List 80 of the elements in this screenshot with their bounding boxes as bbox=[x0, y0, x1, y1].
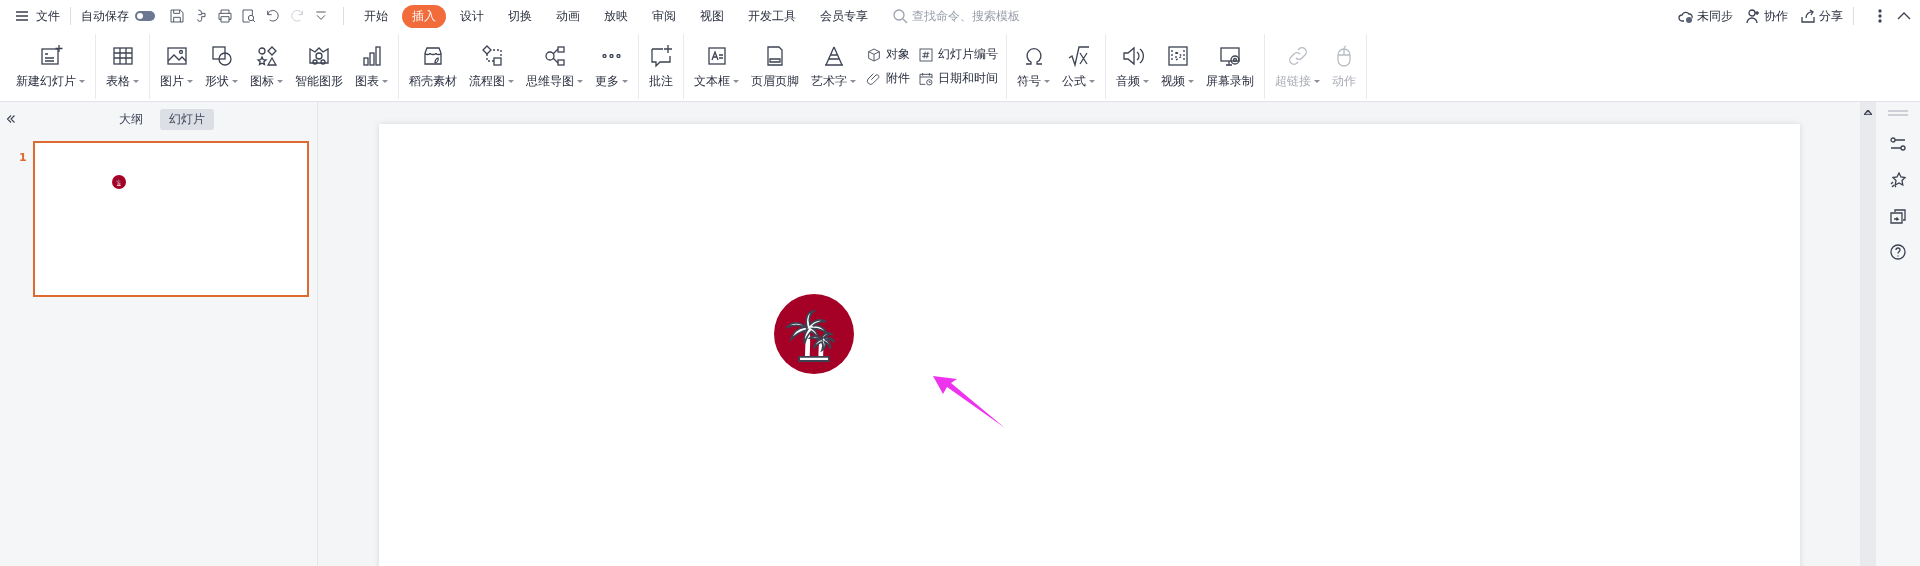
ribbon-button[interactable]: 批注 bbox=[643, 34, 679, 99]
ribbon-button[interactable]: 流程图 bbox=[463, 34, 520, 99]
store-icon bbox=[421, 44, 445, 68]
file-menu[interactable]: 文件 bbox=[14, 7, 60, 25]
ribbon-tab[interactable]: 放映 bbox=[594, 4, 638, 28]
ribbon-button[interactable]: 稻壳素材 bbox=[403, 34, 463, 99]
more-icon bbox=[602, 54, 621, 58]
new-slide-icon bbox=[38, 44, 63, 68]
ribbon-button[interactable]: 屏幕录制 bbox=[1200, 34, 1260, 99]
calendar-icon bbox=[918, 70, 934, 87]
autosave-label: 自动保存 bbox=[81, 7, 129, 25]
sliders-icon[interactable] bbox=[1890, 136, 1906, 152]
ribbon-button[interactable]: 文本框 bbox=[688, 34, 745, 99]
save-icon bbox=[169, 8, 185, 24]
comment-icon bbox=[649, 44, 673, 68]
panel-tab[interactable]: 大纲 bbox=[109, 108, 152, 130]
ribbon-button[interactable]: 思维导图 bbox=[520, 34, 589, 99]
ribbon-tab[interactable]: 开始 bbox=[354, 4, 398, 28]
ribbon-button[interactable]: 附件 bbox=[866, 70, 910, 87]
shape-set-icon bbox=[254, 44, 279, 68]
ribbon-button[interactable]: 对象 bbox=[866, 46, 910, 63]
ribbon-tab[interactable]: 会员专享 bbox=[810, 4, 878, 28]
ribbon-button[interactable]: 日期和时间 bbox=[918, 70, 998, 87]
ribbon-tab[interactable]: 切换 bbox=[498, 4, 542, 28]
ribbon-button[interactable]: 更多 bbox=[589, 34, 634, 99]
sync-status-button[interactable]: 未同步 bbox=[1678, 7, 1733, 25]
ribbon-button[interactable]: 视频 bbox=[1155, 34, 1200, 99]
ribbon-tab[interactable]: 开发工具 bbox=[738, 4, 806, 28]
speaker-icon bbox=[1120, 44, 1145, 68]
help-icon[interactable] bbox=[1890, 244, 1906, 260]
print-icon bbox=[217, 8, 233, 24]
ribbon-button[interactable]: 公式 bbox=[1056, 34, 1101, 99]
ribbon-button[interactable]: 智能图形 bbox=[289, 34, 349, 99]
palm-tree-icon[interactable] bbox=[774, 294, 854, 374]
ribbon-button[interactable]: 形状 bbox=[199, 34, 244, 99]
ribbon-tab[interactable]: 设计 bbox=[450, 4, 494, 28]
print-preview-icon bbox=[241, 8, 257, 24]
ribbon-button[interactable]: 幻灯片编号 bbox=[918, 46, 998, 63]
undo-icon bbox=[265, 8, 281, 24]
ribbon-button[interactable]: 图表 bbox=[349, 34, 394, 99]
add-user-icon bbox=[1745, 8, 1761, 24]
star-icon[interactable] bbox=[1890, 172, 1906, 188]
slide-number: 1 bbox=[19, 151, 27, 164]
image-icon bbox=[164, 44, 189, 68]
autosave-toggle[interactable] bbox=[135, 11, 155, 21]
share-button[interactable]: 分享 bbox=[1800, 7, 1843, 25]
search-icon bbox=[892, 8, 908, 24]
redo-icon bbox=[289, 8, 305, 24]
ribbon-button[interactable]: 图片 bbox=[154, 34, 199, 99]
square-root-icon bbox=[1066, 44, 1091, 68]
arrow bbox=[933, 376, 1005, 428]
ribbon-button[interactable]: 符号 bbox=[1011, 34, 1056, 99]
search-field[interactable]: 查找命令、搜索模板 bbox=[892, 8, 1052, 24]
slide-thumbnail[interactable] bbox=[32, 141, 309, 297]
panel-tab[interactable]: 幻灯片 bbox=[159, 108, 214, 130]
palm-tree-icon bbox=[111, 175, 126, 189]
ribbon-tab[interactable]: 动画 bbox=[546, 4, 590, 28]
monitor-icon bbox=[1218, 44, 1242, 68]
ribbon-button[interactable]: 艺术字 bbox=[805, 34, 862, 99]
cube-icon bbox=[866, 46, 882, 63]
ribbon-tab[interactable]: 视图 bbox=[690, 4, 734, 28]
hash-icon bbox=[918, 46, 934, 63]
video-icon bbox=[1165, 44, 1190, 68]
menu-icon bbox=[14, 8, 30, 24]
scrollbar[interactable] bbox=[1860, 102, 1876, 566]
shapes-icon bbox=[209, 44, 234, 68]
ribbon-button[interactable]: 新建幻灯片 bbox=[10, 34, 91, 99]
collaborate-button[interactable]: 协作 bbox=[1745, 7, 1788, 25]
ribbon-button[interactable]: 页眉页脚 bbox=[745, 34, 805, 99]
drag-handle-icon[interactable] bbox=[1888, 110, 1908, 116]
ribbon-tab[interactable]: 审阅 bbox=[642, 4, 686, 28]
ribbon-button[interactable]: 表格 bbox=[100, 34, 145, 99]
scroll-up-icon[interactable] bbox=[1864, 110, 1872, 115]
mind-map-icon bbox=[542, 44, 567, 68]
ribbon-button[interactable]: 图标 bbox=[244, 34, 289, 99]
ribbon-button[interactable]: 音频 bbox=[1110, 34, 1155, 99]
screen-cast-icon[interactable] bbox=[1890, 208, 1906, 224]
table-icon bbox=[110, 44, 135, 68]
double-chevron-icon[interactable] bbox=[4, 112, 18, 126]
share-icon bbox=[1800, 8, 1816, 24]
